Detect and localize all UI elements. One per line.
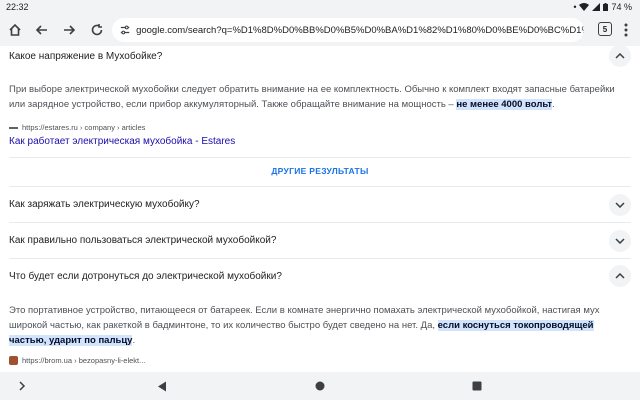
nav-home-button[interactable] [312,378,328,394]
arrow-right-icon [64,25,76,35]
answer-end: . [552,99,555,110]
collapse-button[interactable] [609,46,631,67]
status-time: 22:32 [6,2,29,12]
more-results-button[interactable]: ДРУГИЕ РЕЗУЛЬТАТЫ [0,166,640,176]
dot-icon: • [573,2,577,12]
result-link[interactable]: Как работает электрическая мухобойка - E… [9,136,235,147]
faq-answer: Это портативное устройство, питающееся о… [9,303,629,348]
faq-question: Что будет если дотронуться до электричес… [9,270,282,282]
circle-home-icon [315,381,325,391]
faq-answer: При выборе электрической мухобойки следу… [9,82,629,112]
answer-end: . [132,335,136,346]
source-citation[interactable]: https://brom.ua › bezopasny-li-elekt... [9,356,145,365]
status-bar: 22:32 • 74 % [0,0,640,14]
nav-back-button[interactable] [154,378,170,394]
nav-recents-button[interactable] [469,378,485,394]
collapse-button[interactable] [609,265,631,287]
favicon-icon [9,126,18,129]
home-button[interactable] [6,21,24,39]
tab-switcher-button[interactable]: 5 [598,22,612,36]
triangle-back-icon [158,381,166,391]
battery-level: 74 % [611,2,632,12]
faq-item-charging[interactable]: Как заряжать электрическую мухобойку? [9,187,631,223]
faq-item-voltage[interactable]: Какое напряжение в Мухобойке? [9,46,631,67]
back-button[interactable] [33,21,51,39]
home-icon [9,23,21,36]
faq-item-usage[interactable]: Как правильно пользоваться электрической… [9,223,631,259]
status-icons: • 74 % [573,2,632,12]
browser-toolbar: google.com/search?q=%D1%8D%D0%BB%D0%B5%D… [0,14,640,46]
divider [9,157,631,158]
source-url: https://brom.ua › bezopasny-li-elekt... [22,356,146,365]
faq-item-touch[interactable]: Что будет если дотронуться до электричес… [9,259,631,293]
battery-icon [603,3,609,11]
wifi-icon [579,3,590,11]
favicon-icon [9,356,18,365]
arrow-left-icon [35,25,47,35]
chevron-right-icon [19,381,26,391]
square-recents-icon [472,381,482,391]
page-content: Какое напряжение в Мухобойке? При выборе… [0,46,640,372]
chevron-down-icon [615,201,625,208]
source-citation[interactable]: https://estares.ru › company › articles [9,123,145,132]
reload-icon [91,24,103,36]
reload-button[interactable] [88,21,106,39]
source-url: https://estares.ru › company › articles [22,123,146,132]
chevron-up-icon [615,273,625,279]
expand-button[interactable] [609,193,631,216]
faq-question: Как правильно пользоваться электрической… [9,235,277,246]
chevron-down-icon [615,237,625,244]
expand-button[interactable] [609,229,631,252]
faq-question: Как заряжать электрическую мухобойку? [9,199,200,210]
signal-icon [592,3,601,11]
answer-highlight: не менее 4000 вольт [456,99,553,110]
answer-highlight-text: не менее 4000 вольт [456,99,553,110]
address-url: google.com/search?q=%D1%8D%D0%BB%D0%B5%D… [136,24,584,36]
nav-expand-button[interactable] [14,378,30,394]
more-vertical-icon [624,23,628,37]
system-nav-bar [0,372,640,400]
site-info-icon [120,25,130,35]
address-bar[interactable]: google.com/search?q=%D1%8D%D0%BB%D0%B5%D… [112,18,584,42]
forward-button[interactable] [60,21,78,39]
faq-question: Какое напряжение в Мухобойке? [9,50,163,62]
menu-button[interactable] [620,21,632,39]
chevron-up-icon [615,53,625,59]
